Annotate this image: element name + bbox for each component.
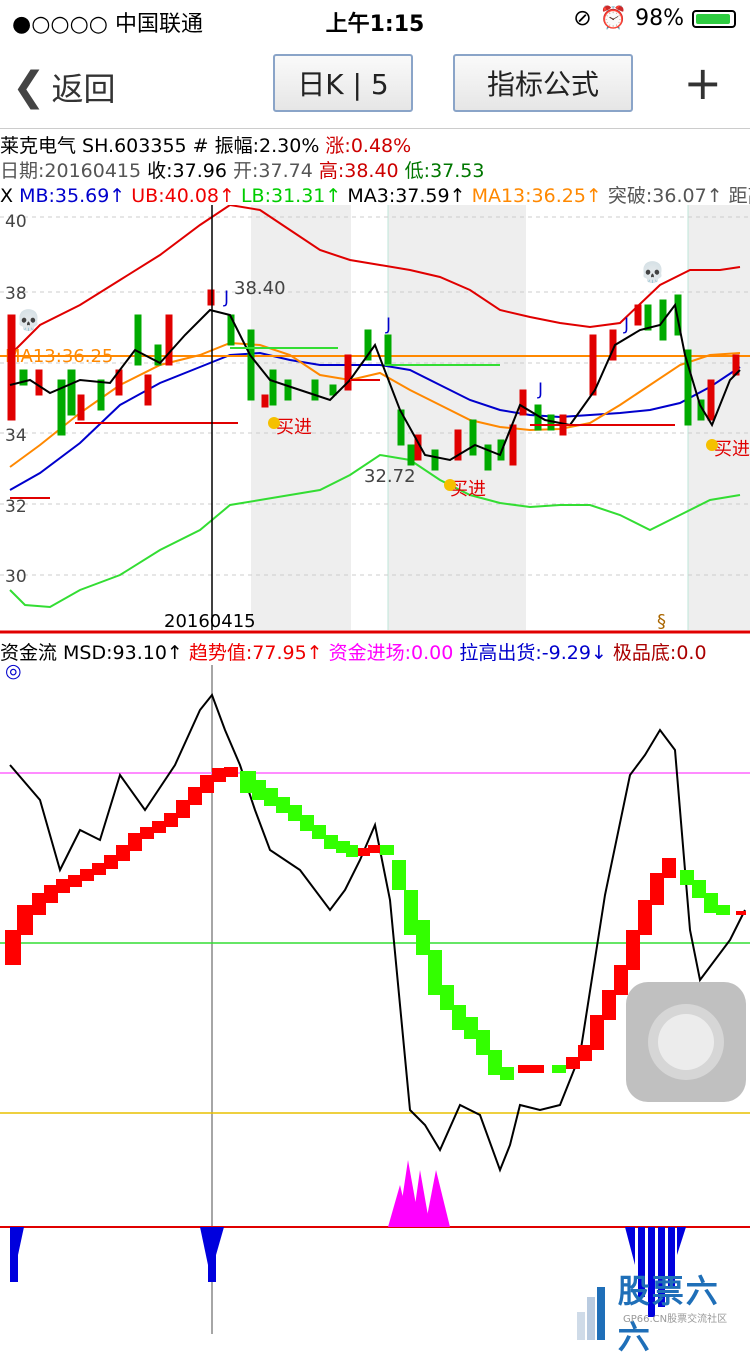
y-tick-38: 38 <box>5 284 27 304</box>
y-tick-32: 32 <box>5 497 27 517</box>
battery-percent: 98% <box>635 6 684 31</box>
stock-info-line2: 日期:20160415 收:37.96 开:37.74 高:38.40 低:37… <box>0 160 485 182</box>
y-tick-34: 34 <box>5 426 27 446</box>
skull-icon: 💀 <box>16 308 41 332</box>
y-tick-30: 30 <box>5 567 27 587</box>
j-mark: J <box>623 315 629 335</box>
assistive-touch-button[interactable] <box>626 982 746 1102</box>
nav-bar: ❮ 返回 日K | 5 指标公式 + <box>0 40 750 129</box>
buy-label-2: 买进 <box>450 479 486 500</box>
status-bar: ●○○○○ 中国联通 上午1:15 ⊘ ⏰ 98% <box>0 0 750 40</box>
y-tick-40: 40 <box>5 212 27 232</box>
bulb-icon <box>706 439 718 451</box>
period-button[interactable]: 日K | 5 <box>273 54 413 112</box>
back-label: 返回 <box>51 70 116 108</box>
high-label: 38.40 <box>234 278 286 299</box>
j-mark: J <box>537 380 543 400</box>
alarm-icon: ⏰ <box>599 6 628 31</box>
j-mark: J <box>385 315 391 335</box>
buy-label-3: 买进 <box>714 439 750 460</box>
battery-icon <box>692 9 736 28</box>
indicator-line: X MB:35.69↑ UB:40.08↑ LB:31.31↑ MA3:37.5… <box>0 185 750 207</box>
formula-button[interactable]: 指标公式 <box>453 54 633 112</box>
logo-sub: GP66.CN股票交流社区 <box>623 1314 728 1325</box>
kline-chart[interactable]: 40 38 34 32 30 MA13:36.25 38.40 32.72 买进… <box>0 205 750 635</box>
skull-icon: 💀 <box>640 260 665 284</box>
bulb-icon <box>444 479 456 491</box>
stock-info-line1: 莱克电气 SH.603355 # 振幅:2.30% 涨:0.48% <box>0 135 412 157</box>
low-label: 32.72 <box>364 466 416 487</box>
bulb-icon <box>268 417 280 429</box>
section-mark: § <box>657 611 666 632</box>
plus-icon[interactable]: + <box>683 56 722 110</box>
date-label: 20160415 <box>164 611 256 632</box>
ma13-label: MA13:36.25 <box>5 346 113 367</box>
buy-label-1: 买进 <box>276 417 312 438</box>
lock-rotation-icon: ⊘ <box>573 6 592 31</box>
chevron-left-icon: ❮ <box>12 64 46 110</box>
back-button[interactable]: ❮ 返回 <box>12 64 116 110</box>
j-mark: J <box>223 288 229 308</box>
site-logo: 股票六六 GP66.CN股票交流社区 <box>575 1266 750 1358</box>
logo-icon <box>577 1287 605 1340</box>
